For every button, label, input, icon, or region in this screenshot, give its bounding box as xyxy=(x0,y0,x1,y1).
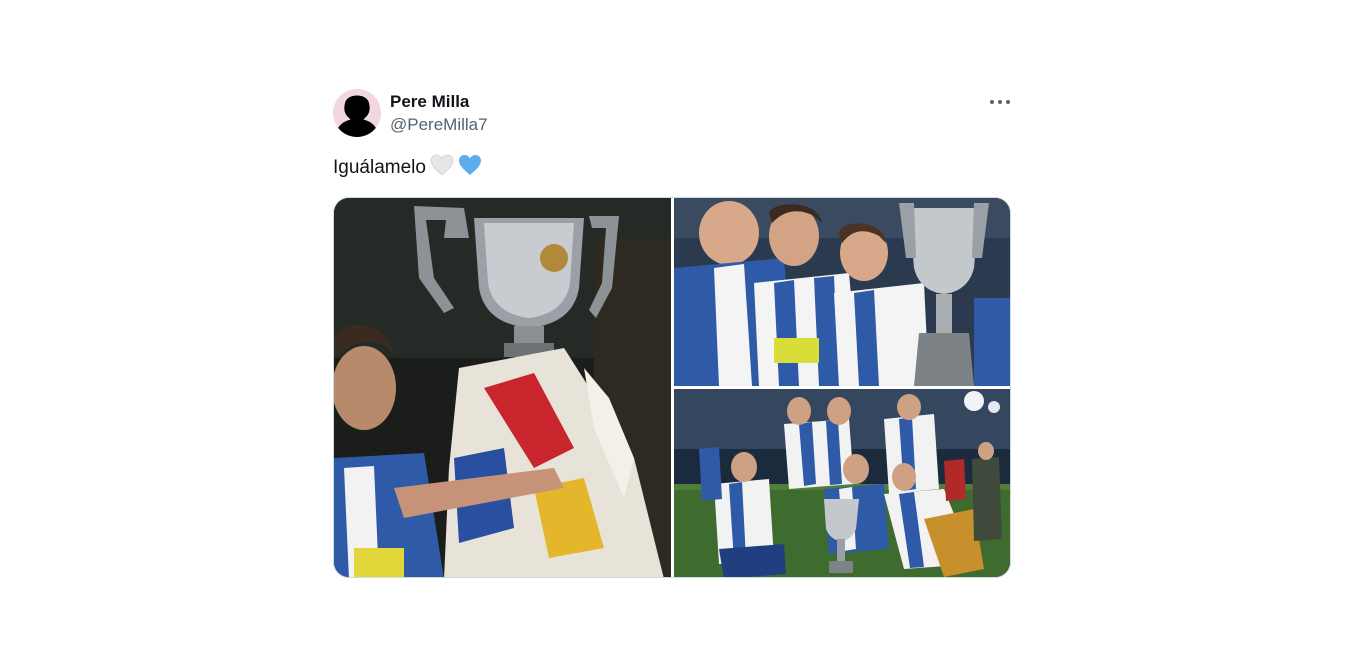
photo-image xyxy=(334,198,671,577)
tweet-text-content: Iguálamelo xyxy=(333,157,426,178)
photo-image xyxy=(674,389,1010,577)
tweet-text: Iguálamelo xyxy=(333,154,1011,183)
photo-trophy-celebration-1[interactable] xyxy=(334,198,671,577)
author-info: Pere Milla @PereMilla7 xyxy=(390,92,488,136)
silhouette-avatar-icon xyxy=(333,89,381,137)
avatar[interactable] xyxy=(333,89,381,137)
media-grid xyxy=(333,197,1011,578)
photo-team-celebration[interactable] xyxy=(674,389,1010,577)
author-handle[interactable]: @PereMilla7 xyxy=(390,114,488,136)
photo-trophy-celebration-2[interactable] xyxy=(674,198,1010,386)
photo-image xyxy=(674,198,1010,386)
more-options-icon xyxy=(990,100,1010,104)
author-display-name[interactable]: Pere Milla xyxy=(390,92,488,112)
more-options-button[interactable] xyxy=(989,93,1011,111)
white-heart-icon xyxy=(430,154,454,183)
tweet-header: Pere Milla @PereMilla7 xyxy=(333,89,1011,139)
tweet-card[interactable]: Pere Milla @PereMilla7 Iguálamelo xyxy=(333,89,1011,578)
blue-heart-icon xyxy=(458,154,482,183)
